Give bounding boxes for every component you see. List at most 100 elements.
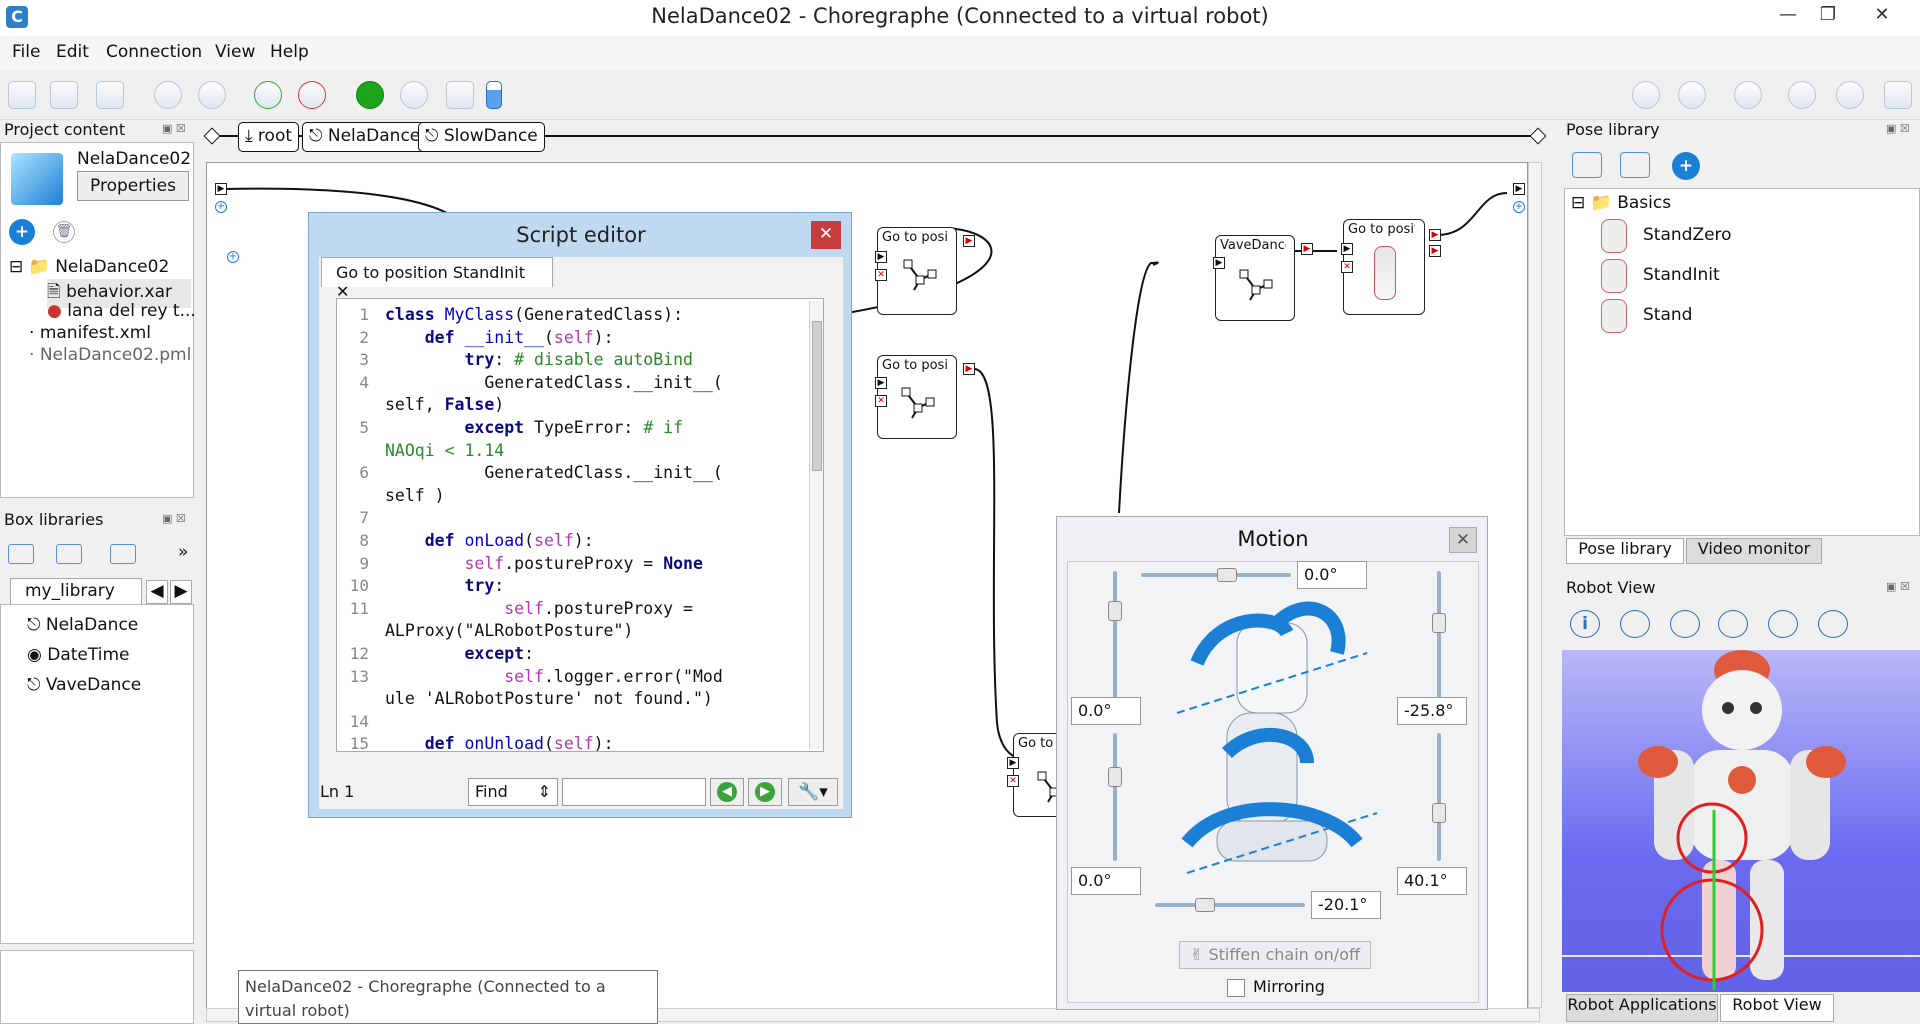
find-next-button[interactable]: ▶ — [748, 778, 782, 806]
view-mode-4-icon[interactable] — [1818, 610, 1848, 638]
vavedance-output-icon[interactable]: ▶ — [1301, 243, 1313, 255]
bottom-angle-field[interactable]: -20.1° — [1311, 891, 1381, 919]
tab-robot-applications[interactable]: Robot Applications — [1566, 994, 1718, 1022]
box-1-output-icon[interactable]: ▶ — [963, 235, 975, 247]
menu-help[interactable]: Help — [270, 42, 309, 62]
properties-button[interactable]: Properties — [77, 171, 189, 201]
tab-prev-icon[interactable]: ◀ — [146, 580, 168, 604]
robot-3d-view[interactable] — [1562, 650, 1920, 992]
flow-box-goto-1[interactable]: Go to positic — [877, 227, 957, 315]
pose-standzero[interactable]: StandZero — [1643, 225, 1732, 245]
find-previous-button[interactable]: ◀ — [710, 778, 744, 806]
disconnect-icon[interactable] — [298, 81, 326, 109]
breadcrumb-slowdance[interactable]: ⎋ SlowDance — [418, 122, 545, 152]
add-file-icon[interactable]: + — [9, 219, 35, 245]
dock-buttons-icon[interactable]: ▣ ☒ — [162, 122, 186, 135]
box-3-input-icon[interactable]: ▶ — [1341, 243, 1353, 255]
save-library-icon[interactable] — [110, 544, 136, 564]
settings-gear-icon[interactable] — [1836, 81, 1864, 109]
left-top-slider-handle[interactable] — [1108, 601, 1122, 621]
flow-box-goto-2[interactable]: Go to positic — [877, 355, 957, 439]
bottom-slider[interactable] — [1155, 903, 1305, 907]
box-4-stop-icon[interactable]: ✕ — [1007, 775, 1019, 787]
motion-close-button[interactable]: ✕ — [1449, 527, 1477, 553]
right-top-slider[interactable] — [1437, 571, 1441, 703]
dock-buttons-icon[interactable]: ▣ ☒ — [1886, 580, 1910, 593]
left-bottom-slider[interactable] — [1113, 733, 1117, 861]
open-project-icon[interactable] — [50, 81, 78, 109]
minimize-icon[interactable]: — — [1770, 4, 1806, 32]
top-angle-field[interactable]: 0.0° — [1297, 561, 1367, 589]
vertical-scrollbar[interactable] — [1528, 162, 1542, 1008]
box-3-stop-icon[interactable]: ✕ — [1341, 261, 1353, 273]
left-top-angle-field[interactable]: 0.0° — [1071, 697, 1141, 725]
new-library-icon[interactable] — [8, 544, 34, 564]
more-libraries-icon[interactable]: » — [178, 542, 188, 562]
right-top-slider-handle[interactable] — [1432, 613, 1446, 633]
library-tab[interactable]: my_library ✕ — [10, 578, 142, 621]
tree-item-project[interactable]: ⊟ 📁 NelaDance02 — [9, 257, 169, 277]
dock-buttons-icon[interactable]: ▣ ☒ — [162, 512, 186, 525]
library-item-vavedance[interactable]: ⎋ VaveDance — [27, 675, 141, 695]
stiffen-chain-button[interactable]: ✌ Stiffen chain on/off — [1179, 941, 1371, 969]
tab-next-icon[interactable]: ▶ — [170, 580, 192, 604]
tree-item-audio[interactable]: ● lana del rey t... — [47, 301, 196, 321]
new-project-icon[interactable] — [8, 81, 36, 109]
editor-options-button[interactable]: 🔧▾ — [788, 778, 838, 806]
flow-box-vavedance[interactable]: VaveDance — [1215, 235, 1295, 321]
menu-connection[interactable]: Connection — [106, 42, 202, 62]
code-editor[interactable]: 1 class MyClass(GeneratedClass): 2 def __i… — [336, 298, 824, 752]
code-scrollbar[interactable] — [809, 301, 823, 749]
open-library-icon[interactable] — [56, 544, 82, 564]
left-bottom-slider-handle[interactable] — [1108, 767, 1122, 787]
undo-icon[interactable] — [154, 81, 182, 109]
bottom-slider-handle[interactable] — [1195, 898, 1215, 912]
pose-stand[interactable]: Stand — [1643, 305, 1692, 325]
robot-info-icon[interactable]: i — [1570, 610, 1600, 638]
find-select[interactable]: Find ⇕ — [468, 778, 558, 806]
left-top-slider[interactable] — [1113, 571, 1117, 703]
view-settings-icon[interactable] — [1718, 610, 1748, 638]
tab-video-monitor[interactable]: Video monitor — [1686, 538, 1822, 564]
delete-file-icon[interactable]: 🗑 — [53, 221, 75, 243]
menu-edit[interactable]: Edit — [56, 42, 89, 62]
tab-pose-library[interactable]: Pose library — [1566, 538, 1684, 564]
right-bottom-slider-handle[interactable] — [1432, 803, 1446, 823]
more-icon[interactable] — [1884, 81, 1912, 109]
save-project-icon[interactable] — [96, 81, 124, 109]
box-3-output-icon[interactable]: ▶ — [1429, 229, 1441, 241]
breadcrumb-neladance[interactable]: ⎋ NelaDance — [302, 122, 428, 152]
box-4-input-icon[interactable]: ▶ — [1007, 757, 1019, 769]
box-2-output-icon[interactable]: ▶ — [963, 363, 975, 375]
script-editor-close-button[interactable]: ✕ — [811, 221, 841, 249]
vavedance-input-icon[interactable]: ▶ — [1213, 257, 1225, 269]
script-tab[interactable]: Go to position StandInit ✕ — [321, 257, 553, 301]
robot-posture-icon[interactable] — [1678, 81, 1706, 109]
view-mode-3-icon[interactable] — [1768, 610, 1798, 638]
dock-buttons-icon[interactable]: ▣ ☒ — [1886, 122, 1910, 135]
view-mode-1-icon[interactable] — [1620, 610, 1650, 638]
library-item-neladance[interactable]: ⎋ NelaDance — [27, 615, 138, 635]
add-param-icon[interactable]: + — [227, 251, 239, 263]
left-bottom-angle-field[interactable]: 0.0° — [1071, 867, 1141, 895]
add-input-icon[interactable]: + — [215, 201, 227, 213]
code-scroll-thumb[interactable] — [812, 321, 822, 471]
mirroring-checkbox[interactable] — [1227, 979, 1245, 997]
export-pose-icon[interactable] — [1620, 152, 1650, 178]
right-bottom-angle-field[interactable]: 40.1° — [1397, 867, 1467, 895]
redo-icon[interactable] — [198, 81, 226, 109]
debug-icon[interactable] — [446, 81, 474, 109]
close-window-icon[interactable]: ✕ — [1864, 4, 1900, 32]
add-pose-icon[interactable]: + — [1672, 152, 1700, 180]
breadcrumb-root[interactable]: ⤓ root — [238, 122, 300, 152]
right-bottom-slider[interactable] — [1437, 733, 1441, 861]
box-2-input-icon[interactable]: ▶ — [875, 377, 887, 389]
connect-icon[interactable] — [254, 81, 282, 109]
stop-icon[interactable] — [400, 81, 428, 109]
behavior-input-icon[interactable]: ▶ — [215, 183, 227, 195]
behavior-output-icon[interactable]: ▶ — [1513, 183, 1525, 195]
pose-folder-basics[interactable]: ⊟ 📁 Basics — [1571, 193, 1671, 213]
tree-item-manifest[interactable]: · manifest.xml — [29, 323, 151, 343]
library-item-datetime[interactable]: ◉ DateTime — [27, 645, 130, 665]
right-top-angle-field[interactable]: -25.8° — [1397, 697, 1467, 725]
